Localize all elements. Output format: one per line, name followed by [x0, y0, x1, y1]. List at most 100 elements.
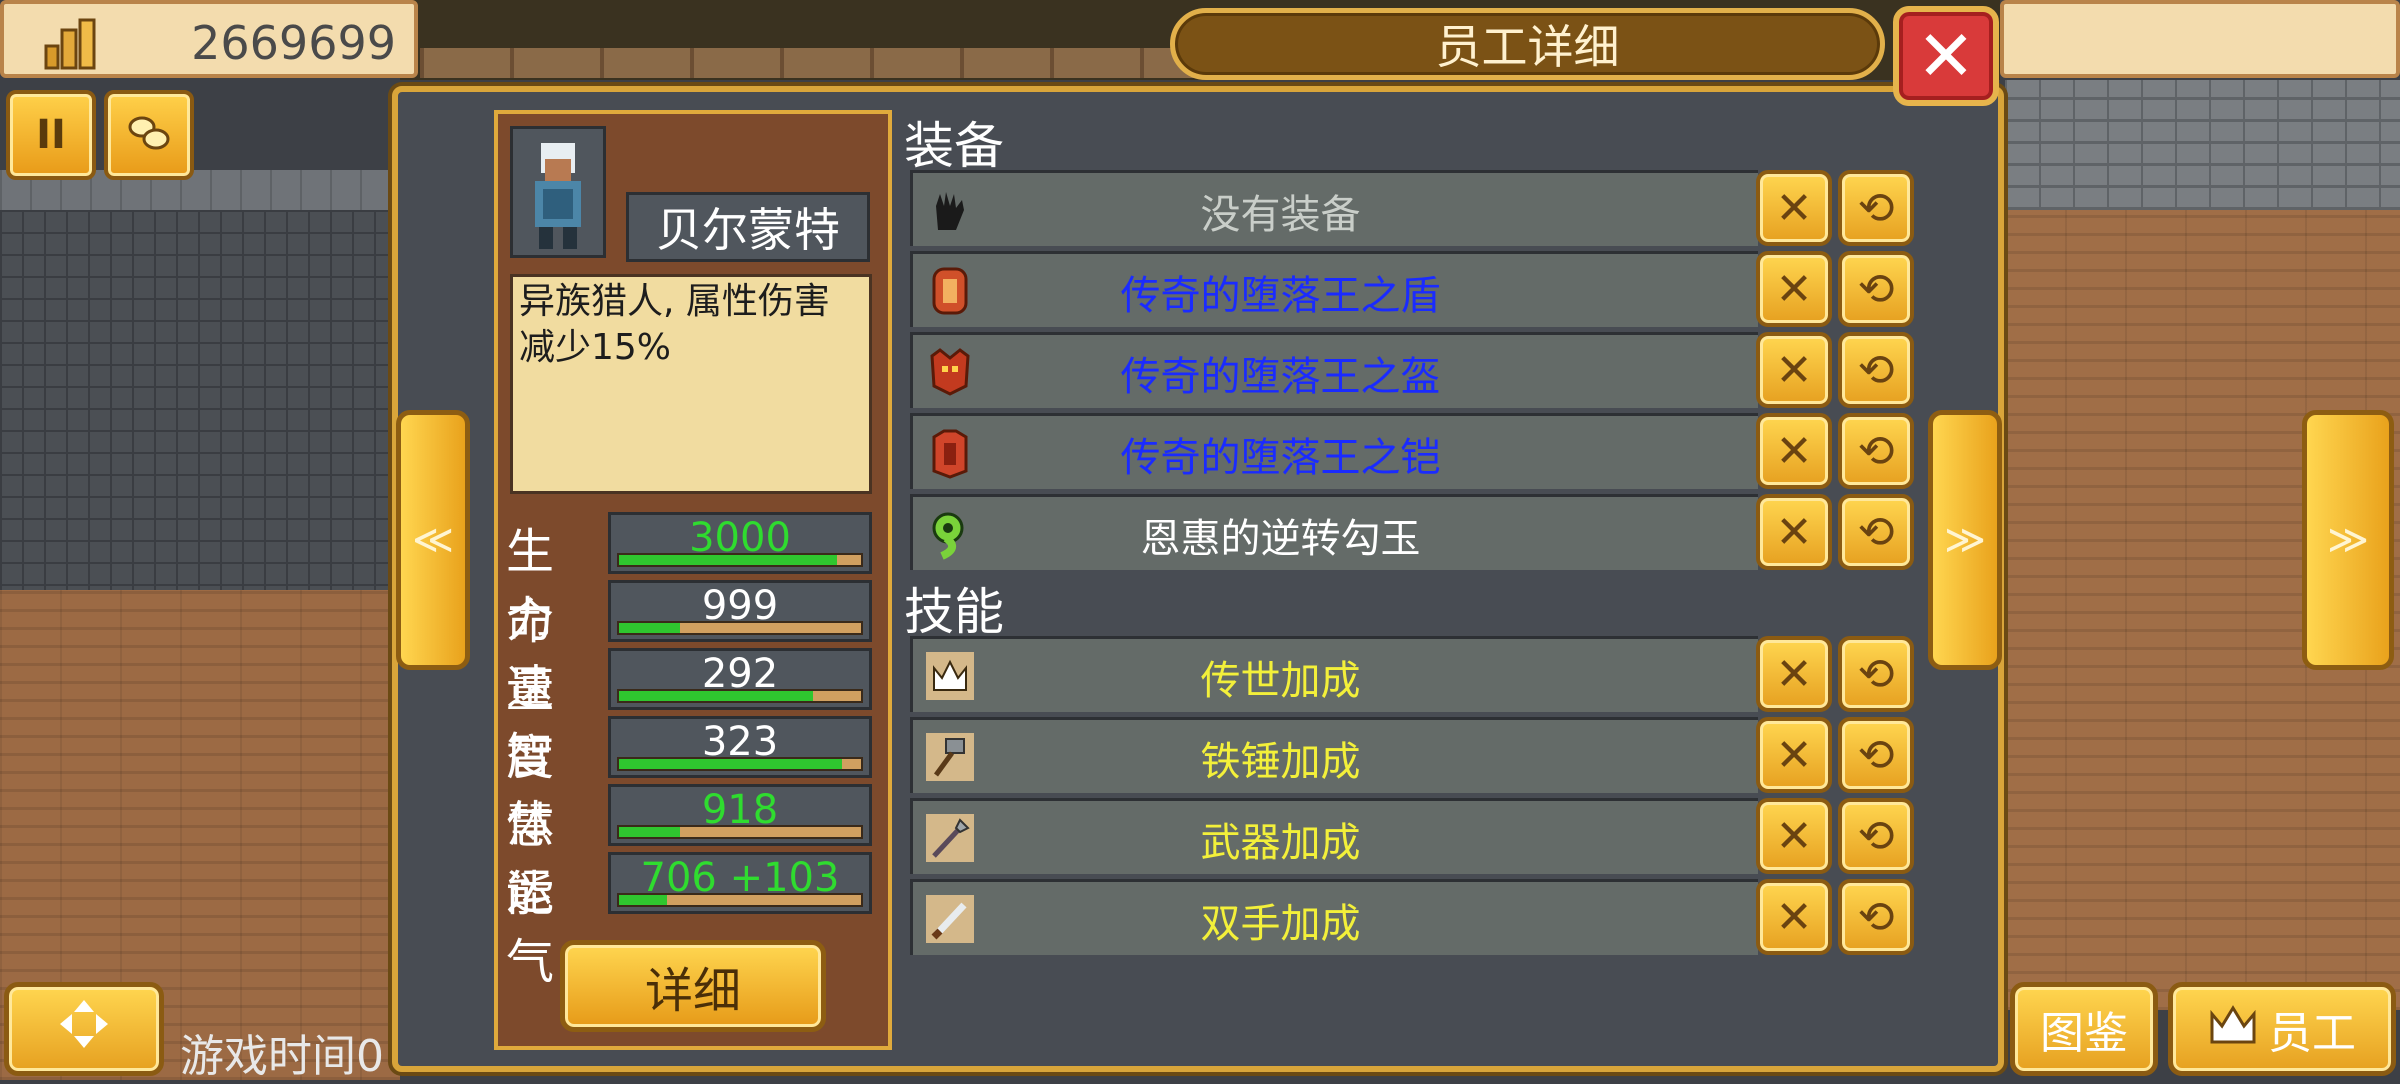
row-label: 恩惠的逆转勾玉 — [1140, 516, 1421, 562]
stat-track — [617, 893, 863, 907]
equipment-row[interactable]: 没有装备 — [910, 170, 1758, 246]
remove-button[interactable]: ✕ — [1756, 332, 1832, 408]
stat-track — [617, 757, 863, 771]
swap-icon: ⟲ — [1857, 891, 1895, 943]
shield-icon — [923, 264, 977, 318]
stat-fill — [619, 827, 680, 837]
stat-fill — [619, 895, 668, 905]
equipment-row[interactable]: 传奇的堕落王之盾 — [910, 251, 1758, 327]
remove-button[interactable]: ✕ — [1756, 879, 1832, 955]
next-employee-button[interactable]: ≫ — [1928, 410, 2002, 670]
sword-icon — [923, 892, 977, 946]
skills-row[interactable]: 双手加成 — [910, 879, 1758, 955]
pause-button[interactable]: II — [6, 90, 96, 180]
row-label: 双手加成 — [1200, 901, 1361, 947]
swap-icon: ⟲ — [1857, 648, 1895, 700]
swap-button[interactable]: ⟲ — [1838, 494, 1914, 570]
remove-button[interactable]: ✕ — [1756, 170, 1832, 246]
swap-button[interactable]: ⟲ — [1838, 636, 1914, 712]
row-label: 铁锤加成 — [1200, 739, 1361, 785]
swap-button[interactable]: ⟲ — [1838, 332, 1914, 408]
glove-icon — [923, 183, 977, 237]
dpad-icon — [54, 996, 114, 1063]
scene-wall-right — [2005, 80, 2400, 210]
map-button[interactable] — [4, 982, 164, 1076]
remove-button[interactable]: ✕ — [1756, 717, 1832, 793]
stat-bar: 292 — [608, 648, 872, 710]
swap-icon: ⟲ — [1857, 810, 1895, 862]
remove-button[interactable]: ✕ — [1756, 494, 1832, 570]
staff-label: 员工 — [2268, 1008, 2356, 1059]
swap-icon: ⟲ — [1857, 263, 1895, 315]
remove-icon: ✕ — [1775, 425, 1813, 477]
remove-icon: ✕ — [1775, 263, 1813, 315]
swap-button[interactable]: ⟲ — [1838, 413, 1914, 489]
remove-button[interactable]: ✕ — [1756, 413, 1832, 489]
money-value: 2669699 — [191, 16, 396, 70]
remove-button[interactable]: ✕ — [1756, 251, 1832, 327]
scene-next-button[interactable]: ≫ — [2302, 410, 2394, 670]
equipment-row[interactable]: 恩惠的逆转勾玉 — [910, 494, 1758, 570]
row-label: 传奇的堕落王之铠 — [1120, 435, 1441, 481]
equipment-row[interactable]: 传奇的堕落王之铠 — [910, 413, 1758, 489]
building-icon — [42, 16, 98, 70]
stat-track — [617, 621, 863, 635]
stat-track — [617, 825, 863, 839]
pause-label: II — [36, 112, 66, 158]
equipment-title: 装备 — [904, 117, 1004, 175]
skills-row[interactable]: 武器加成 — [910, 798, 1758, 874]
panel-title: 员工详细 — [1170, 8, 1885, 80]
game-time-text: 游戏时间0 — [180, 1031, 384, 1082]
character-description: 异族猎人, 属性伤害减少15% — [510, 274, 872, 494]
double-left-arrow-icon: ≪ — [412, 517, 454, 563]
dex-button[interactable]: 图鉴 — [2010, 982, 2158, 1076]
coins-button[interactable] — [104, 90, 194, 180]
money-bar: 2669699 — [0, 0, 418, 78]
skills-row[interactable]: 铁锤加成 — [910, 717, 1758, 793]
skills-row[interactable]: 传世加成 — [910, 636, 1758, 712]
close-button[interactable]: ✕ — [1893, 6, 1999, 106]
prev-employee-button[interactable]: ≪ — [396, 410, 470, 670]
magatama-icon — [923, 507, 977, 561]
swap-button[interactable]: ⟲ — [1838, 798, 1914, 874]
swap-button[interactable]: ⟲ — [1838, 170, 1914, 246]
swap-icon: ⟲ — [1857, 344, 1895, 396]
stat-fill — [619, 691, 813, 701]
remove-button[interactable]: ✕ — [1756, 636, 1832, 712]
stat-bar: 706 +103 — [608, 852, 872, 914]
swap-icon: ⟲ — [1857, 425, 1895, 477]
character-portrait — [510, 126, 606, 258]
double-right-arrow-icon: ≫ — [1944, 517, 1986, 563]
swap-icon: ⟲ — [1857, 182, 1895, 234]
scene-grid-floor — [0, 210, 400, 590]
character-name[interactable]: 贝尔蒙特 — [626, 192, 870, 262]
remove-icon: ✕ — [1775, 729, 1813, 781]
hunter-portrait-icon — [535, 143, 581, 249]
swap-button[interactable]: ⟲ — [1838, 879, 1914, 955]
spear-icon — [923, 811, 977, 865]
remove-icon: ✕ — [1775, 182, 1813, 234]
double-right-arrow-icon: ≫ — [2327, 517, 2369, 563]
remove-icon: ✕ — [1775, 891, 1813, 943]
row-label: 传奇的堕落王之盾 — [1120, 273, 1441, 319]
stat-fill — [619, 555, 837, 565]
remove-icon: ✕ — [1775, 506, 1813, 558]
swap-button[interactable]: ⟲ — [1838, 251, 1914, 327]
swap-button[interactable]: ⟲ — [1838, 717, 1914, 793]
staff-button[interactable]: 员工 — [2168, 982, 2396, 1076]
crown-icon — [923, 649, 977, 703]
remove-icon: ✕ — [1775, 344, 1813, 396]
remove-button[interactable]: ✕ — [1756, 798, 1832, 874]
stat-fill — [619, 623, 680, 633]
stat-fill — [619, 759, 842, 769]
swap-icon: ⟲ — [1857, 729, 1895, 781]
stat-bar: 323 — [608, 716, 872, 778]
coins-icon — [124, 111, 174, 159]
stat-track — [617, 553, 863, 567]
stat-bar: 999 — [608, 580, 872, 642]
equipment-row[interactable]: 传奇的堕落王之盔 — [910, 332, 1758, 408]
row-label: 没有装备 — [1200, 192, 1361, 238]
stat-bar: 3000 — [608, 512, 872, 574]
detail-button[interactable]: 详细 — [560, 940, 826, 1032]
helmet-icon — [923, 345, 977, 399]
